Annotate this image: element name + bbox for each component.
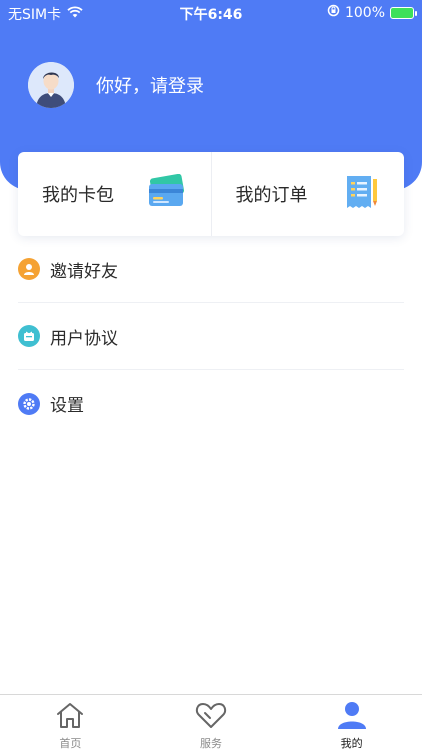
login-prompt[interactable]: 你好，请登录 — [28, 62, 204, 108]
home-icon — [55, 701, 85, 733]
menu-label-settings: 设置 — [50, 396, 84, 416]
login-greeting[interactable]: 你好，请登录 — [96, 72, 204, 98]
menu-item-settings[interactable]: 设置 — [18, 370, 404, 437]
order-list-icon — [344, 173, 380, 215]
settings-menu: 邀请好友 用户协议 设置 — [18, 236, 404, 437]
my-wallet-label: 我的卡包 — [42, 185, 114, 206]
my-orders-card[interactable]: 我的订单 — [210, 152, 405, 236]
bottom-tab-bar: 首页 服务 我的 — [0, 694, 422, 750]
menu-item-invite-friends[interactable]: 邀请好友 — [18, 236, 404, 303]
settings-icon — [18, 392, 40, 415]
menu-label-invite-friends: 邀请好友 — [50, 261, 118, 282]
heart-icon — [195, 701, 227, 733]
invite-friend-icon — [18, 258, 40, 280]
menu-label-user-agreement: 用户协议 — [50, 328, 118, 349]
card-wallet-icon — [147, 173, 187, 214]
battery-percent: 100% — [344, 4, 385, 21]
menu-item-user-agreement[interactable]: 用户协议 — [18, 303, 404, 370]
tab-home[interactable]: 首页 — [0, 695, 141, 750]
orientation-lock-icon — [327, 4, 340, 21]
tab-service[interactable]: 服务 — [141, 695, 282, 750]
tab-mine-label: 我的 — [340, 737, 363, 750]
tab-service-label: 服务 — [200, 737, 222, 750]
status-bar: 无SIM卡 下午6:46 100% — [0, 0, 422, 26]
quick-cards: 我的卡包 我的订单 — [18, 152, 404, 236]
my-wallet-card[interactable]: 我的卡包 — [18, 152, 211, 236]
battery-icon — [390, 6, 417, 19]
user-icon — [337, 701, 367, 733]
my-orders-label: 我的订单 — [235, 185, 308, 206]
tab-home-label: 首页 — [59, 737, 82, 750]
tab-mine[interactable]: 我的 — [281, 695, 422, 750]
avatar[interactable] — [28, 62, 74, 108]
user-agreement-icon — [18, 325, 40, 347]
